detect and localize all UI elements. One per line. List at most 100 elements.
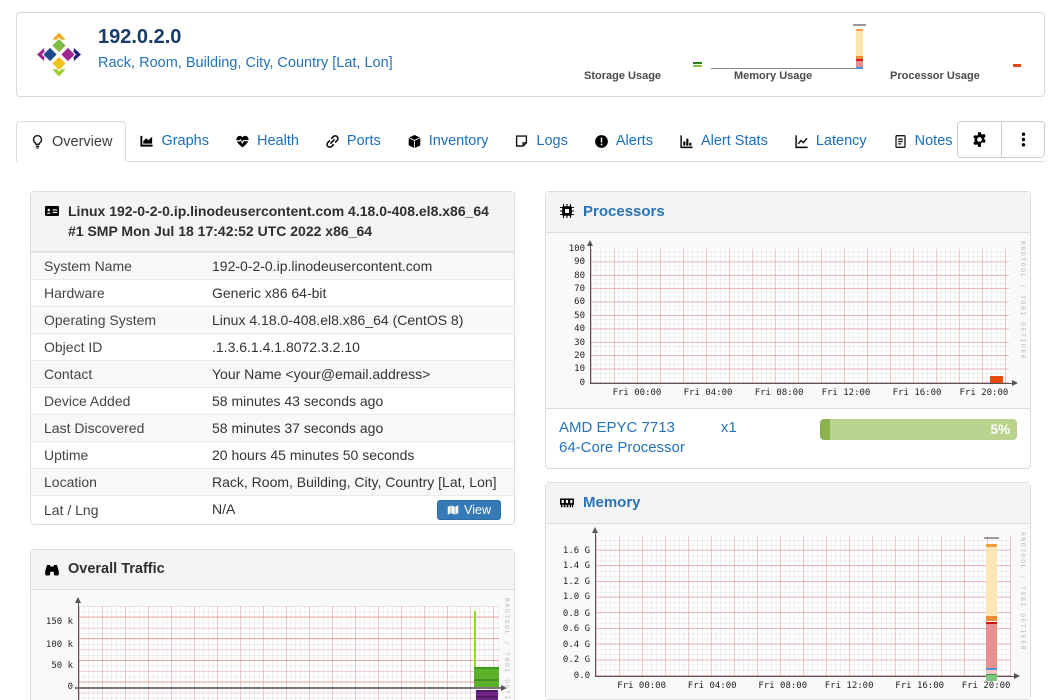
y-axis-tick: 0 (67, 682, 73, 693)
memory-graph[interactable]: 1.6 G 1.4 G 1.2 G 1.0 G 0.8 G 0.6 G 0.4 G 0.2 G… (546, 523, 1030, 699)
x-axis-tick: Fri 12:00 (824, 680, 874, 691)
y-axis-tick: 1.0 G (562, 592, 590, 603)
tab-alerts[interactable]: Alerts (581, 121, 666, 161)
tab-notes-label: Notes (914, 133, 953, 149)
y-axis-tick: 70 (574, 283, 585, 294)
view-map-button[interactable]: View (437, 499, 501, 520)
tab-ports[interactable]: Ports (312, 121, 394, 161)
tab-overview-label: Overview (52, 133, 113, 150)
device-location-link[interactable]: Rack, Room, Building, City, Country [Lat… (98, 55, 393, 71)
tab-logs-label: Logs (536, 133, 568, 149)
y-axis-tick: 80 (574, 270, 585, 281)
y-axis-tick: 1.2 G (562, 576, 590, 587)
id-card-icon (45, 206, 59, 216)
tab-inventory[interactable]: Inventory (394, 121, 502, 161)
x-axis-tick: Fri 08:00 (754, 387, 804, 398)
x-axis-tick: Fri 04:00 (683, 387, 733, 398)
processors-graph[interactable]: 100 90 80 70 60 50 40 30 20 10 0 Fri 00:00 Fri 04:00… (546, 232, 1030, 408)
rrdtool-watermark: RRDTOOL / TOBI OETIKER (1019, 240, 1027, 360)
y-axis-tick: 0.6 G (562, 624, 590, 635)
mini-storage-graph[interactable] (693, 62, 702, 68)
traffic-zero-axis (75, 684, 507, 691)
x-axis-tick: Fri 00:00 (617, 680, 667, 691)
row-value: Your Name <your@email.address> (212, 365, 431, 382)
traffic-outbound-area (475, 689, 498, 700)
tab-alerts-label: Alerts (615, 133, 653, 149)
mini-processor-graph[interactable] (1013, 64, 1021, 67)
device-header-card: 192.0.2.0 Rack, Room, Building, City, Co… (16, 12, 1045, 97)
sticky-note-icon (516, 134, 528, 147)
device-settings-button[interactable] (958, 122, 1001, 157)
lightbulb-icon (32, 134, 43, 149)
x-axis-tick: Fri 00:00 (612, 387, 662, 398)
map-icon (447, 505, 459, 515)
rrdtool-watermark: RRDTOOL / TOBI OETIKER (1019, 531, 1027, 651)
tab-alert-stats-label: Alert Stats (700, 133, 768, 149)
tab-graphs[interactable]: Graphs (126, 121, 222, 161)
memory-icon (560, 498, 574, 507)
y-axis-tick: 50 (574, 310, 585, 321)
traffic-inbound-area (473, 666, 499, 688)
tab-alert-stats[interactable]: Alert Stats (666, 121, 781, 161)
device-title: 192.0.2.0 (98, 26, 182, 48)
row-label: Lat / Lng (44, 501, 99, 518)
binoculars-icon (45, 564, 59, 576)
rrdtool-watermark: RRDTOOL / TOBI OETIKER (503, 597, 511, 700)
tab-notes[interactable]: Notes (880, 121, 966, 161)
table-row: System Name 192-0-2-0.ip.linodeuserconten… (31, 252, 514, 280)
row-value: Linux 4.18.0-408.el8.x86_64 (CentOS 8) (212, 311, 464, 328)
row-label: Contact (44, 365, 93, 382)
device-overview-page: 192.0.2.0 Rack, Room, Building, City, Co… (0, 0, 1061, 700)
row-value: 58 minutes 37 seconds ago (212, 419, 384, 436)
row-value: 20 hours 45 minutes 50 seconds (212, 446, 415, 463)
tab-logs[interactable]: Logs (501, 121, 580, 161)
y-axis-tick: 100 (568, 243, 585, 254)
processors-panel-title-link[interactable]: Processors (583, 201, 665, 223)
memory-panel-title-link[interactable]: Memory (583, 492, 641, 514)
y-axis-tick: 30 (574, 337, 585, 348)
traffic-graph[interactable]: 150 k 100 k 50 k 0 RRDTOOL / TOBI OETIKER (31, 589, 514, 700)
mini-memory-baseline (711, 68, 863, 69)
tab-inventory-label: Inventory (428, 133, 489, 149)
traffic-panel-title: Overall Traffic (68, 560, 165, 577)
x-axis-tick: Fri 16:00 (892, 387, 942, 398)
y-axis-tick: 100 k (45, 640, 73, 651)
cpu-name-line2-link[interactable]: 64-Core Processor (559, 439, 685, 456)
mini-memory-graph[interactable] (853, 24, 868, 70)
x-axis-tick: Fri 12:00 (821, 387, 871, 398)
file-lines-icon (894, 134, 906, 148)
traffic-panel-header: Overall Traffic (31, 549, 514, 590)
memory-panel-header: Memory (546, 482, 1030, 524)
row-label: Operating System (44, 311, 157, 328)
table-row: Operating System Linux 4.18.0-408.el8.x86… (31, 306, 514, 334)
y-axis-tick: 20 (574, 350, 585, 361)
cpu-name-link[interactable]: AMD EPYC 7713 (559, 419, 675, 436)
table-row: Uptime 20 hours 45 minutes 50 seconds (31, 441, 514, 468)
processors-panel: Processors 100 90 80 70 60 50 40 30 20 10 0 Fri 00:… (545, 191, 1031, 469)
cpu-usage-percent: 5% (990, 421, 1010, 437)
y-axis-tick: 150 k (45, 617, 73, 628)
processors-panel-header: Processors (546, 192, 1030, 233)
row-value: Generic x86 64-bit (212, 284, 327, 301)
x-axis-tick: Fri 20:00 (961, 680, 1011, 691)
tab-health[interactable]: Health (222, 121, 312, 161)
system-panel: Linux 192-0-2-0.ip.linodeusercontent.com… (30, 191, 515, 525)
y-axis-tick: 0.0 (573, 670, 590, 681)
mini-storage-label: Storage Usage (584, 70, 662, 82)
row-label: Location (44, 473, 97, 490)
device-more-menu-button[interactable] (1001, 122, 1044, 157)
tab-latency[interactable]: Latency (781, 121, 880, 161)
row-label: Last Discovered (44, 419, 145, 436)
tab-overview[interactable]: Overview (16, 121, 127, 162)
cpu-count-link[interactable]: x1 (721, 419, 737, 436)
table-row: Contact Your Name <your@email.address> (31, 360, 514, 388)
system-attributes-table: System Name 192-0-2-0.ip.linodeuserconten… (31, 252, 514, 524)
cpu-list-row: AMD EPYC 7713 x1 64-Core Processor 5% (546, 407, 1030, 468)
traffic-panel: Overall Traffic 150 k 100 k 50 k 0 RRDTOOL … (30, 548, 515, 700)
y-axis-tick: 50 k (51, 660, 73, 671)
heartbeat-icon (236, 135, 249, 147)
memory-panel: Memory 1.6 G 1.4 G 1.2 G 1.0 G 0.8 G 0.6 G 0.4… (545, 481, 1031, 700)
exclamation-circle-icon (595, 134, 608, 148)
tab-ports-label: Ports (346, 133, 381, 149)
tab-latency-label: Latency (815, 133, 867, 149)
